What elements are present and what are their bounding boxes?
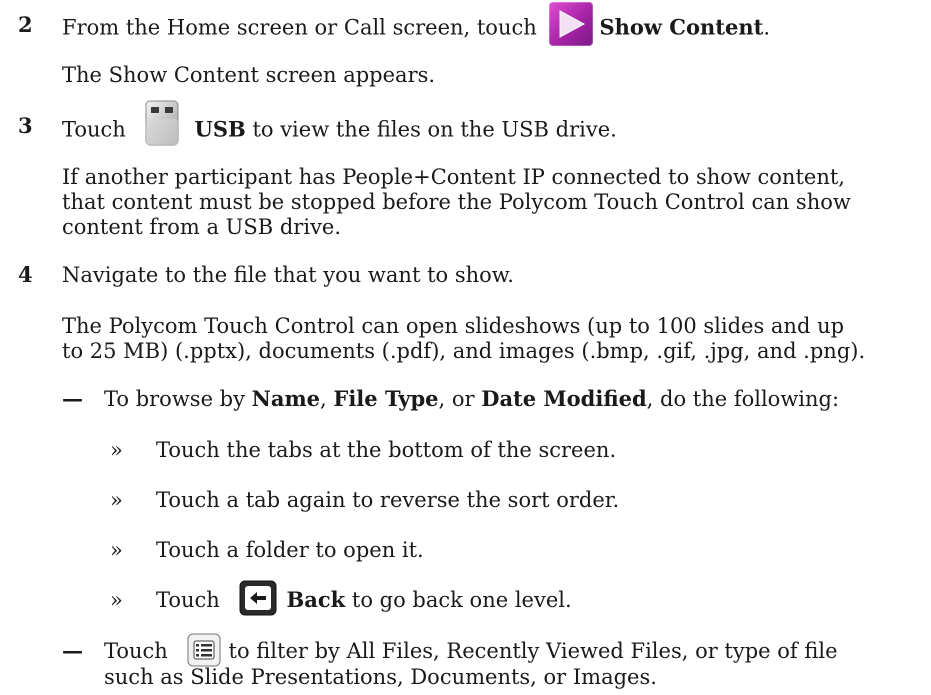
step-3-note-line-2: that content must be stopped before the …	[62, 190, 851, 214]
sub-bullet: »	[110, 488, 123, 512]
browse-prefix: To browse by	[104, 387, 252, 411]
browse-instruction: To browse by Name, File Type, or Date Mo…	[104, 386, 839, 412]
sub-item-tabs: Touch the tabs at the bottom of the scre…	[156, 438, 617, 462]
browse-name-label: Name	[251, 386, 321, 411]
sub-bullet: »	[110, 538, 123, 562]
back-item-after: to go back one level.	[345, 588, 572, 612]
filter-line-2: such as Slide Presentations, Documents, …	[104, 665, 657, 689]
back-icon	[239, 580, 277, 616]
step-3-note-line-1: If another participant has People+Conten…	[62, 165, 845, 189]
browse-sep-2: , or	[438, 387, 482, 411]
step-number-3: 3	[18, 113, 33, 138]
usb-label: USB	[194, 116, 246, 142]
step-number-2: 2	[18, 12, 33, 37]
sub-item-folder: Touch a folder to open it.	[156, 538, 424, 562]
sub-bullet: »	[110, 438, 123, 462]
browse-suffix: , do the following:	[646, 387, 840, 411]
step-4-note-line-1: The Polycom Touch Control can open slide…	[62, 314, 845, 338]
dash-bullet: —	[62, 638, 83, 663]
show-content-icon	[549, 2, 594, 46]
filter-icon	[187, 633, 221, 667]
step-4-note-line-2: to 25 MB) (.pptx), documents (.pdf), and…	[62, 339, 866, 363]
back-label: Back	[286, 587, 346, 612]
browse-sep-1: ,	[320, 387, 334, 411]
browse-date-modified-label: Date Modified	[481, 386, 647, 411]
step-4-instruction: Navigate to the file that you want to sh…	[62, 263, 514, 287]
step-2-period: .	[763, 15, 771, 40]
step-2-instruction: From the Home screen or Call screen, tou…	[62, 2, 771, 46]
step-3-note-line-3: content from a USB drive.	[62, 215, 342, 239]
step-2-result: The Show Content screen appears.	[62, 63, 436, 87]
dash-bullet: —	[62, 386, 83, 411]
filter-text-before: Touch	[104, 639, 168, 663]
step-3-instruction: Touch USB to view the files on the USB d…	[62, 100, 617, 149]
step-number-4: 4	[18, 262, 33, 287]
sub-bullet: »	[110, 588, 123, 612]
sub-item-back: Touch Back to go back one level.	[156, 580, 572, 616]
step-3-text: Touch	[62, 117, 126, 142]
usb-icon	[143, 99, 181, 149]
filter-instruction: Touch to filter by All Files, Recently V…	[104, 633, 838, 667]
back-item-text: Touch	[156, 588, 220, 612]
show-content-label: Show Content	[599, 14, 764, 40]
filter-text-after: to filter by All Files, Recently Viewed …	[228, 639, 838, 663]
step-2-text: From the Home screen or Call screen, tou…	[62, 15, 537, 40]
step-3-text-after: to view the files on the USB drive.	[245, 117, 617, 142]
sub-item-reverse: Touch a tab again to reverse the sort or…	[156, 488, 620, 512]
browse-file-type-label: File Type	[333, 386, 439, 411]
